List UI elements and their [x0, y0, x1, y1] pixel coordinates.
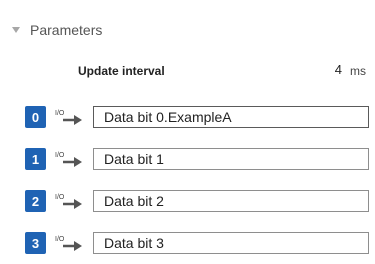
svg-text:I/O: I/O — [55, 110, 65, 117]
data-bit-row: 1 I/O — [25, 148, 375, 172]
svg-text:I/O: I/O — [55, 194, 65, 201]
data-bit-row: 0 I/O — [25, 106, 375, 130]
parameters-panel: Parameters Update interval 4 ms 0 I/O 1 … — [0, 0, 375, 264]
caret-down-icon[interactable] — [12, 27, 20, 33]
data-bit-field[interactable] — [93, 232, 369, 254]
parameters-section-header[interactable]: Parameters — [10, 18, 102, 42]
data-bit-field[interactable] — [93, 148, 369, 170]
data-bit-field[interactable] — [93, 190, 369, 212]
data-bit-row: 3 I/O — [25, 232, 375, 256]
update-interval-unit: ms — [350, 64, 366, 78]
data-bit-field[interactable] — [93, 106, 369, 128]
io-arrow-icon: I/O — [55, 236, 82, 251]
section-title: Parameters — [30, 22, 103, 38]
io-arrow-icon: I/O — [55, 110, 82, 125]
io-arrow-icon: I/O — [55, 152, 82, 167]
data-bit-row: 2 I/O — [25, 190, 375, 214]
update-interval-value[interactable]: 4 — [312, 62, 342, 77]
row-index-badge: 3 — [25, 232, 46, 254]
row-index-badge: 0 — [25, 106, 46, 128]
io-arrow-icon: I/O — [55, 194, 82, 209]
row-index-badge: 2 — [25, 190, 46, 212]
svg-text:I/O: I/O — [55, 236, 65, 243]
row-index-badge: 1 — [25, 148, 46, 170]
svg-text:I/O: I/O — [55, 152, 65, 159]
update-interval-label: Update interval — [78, 64, 165, 78]
